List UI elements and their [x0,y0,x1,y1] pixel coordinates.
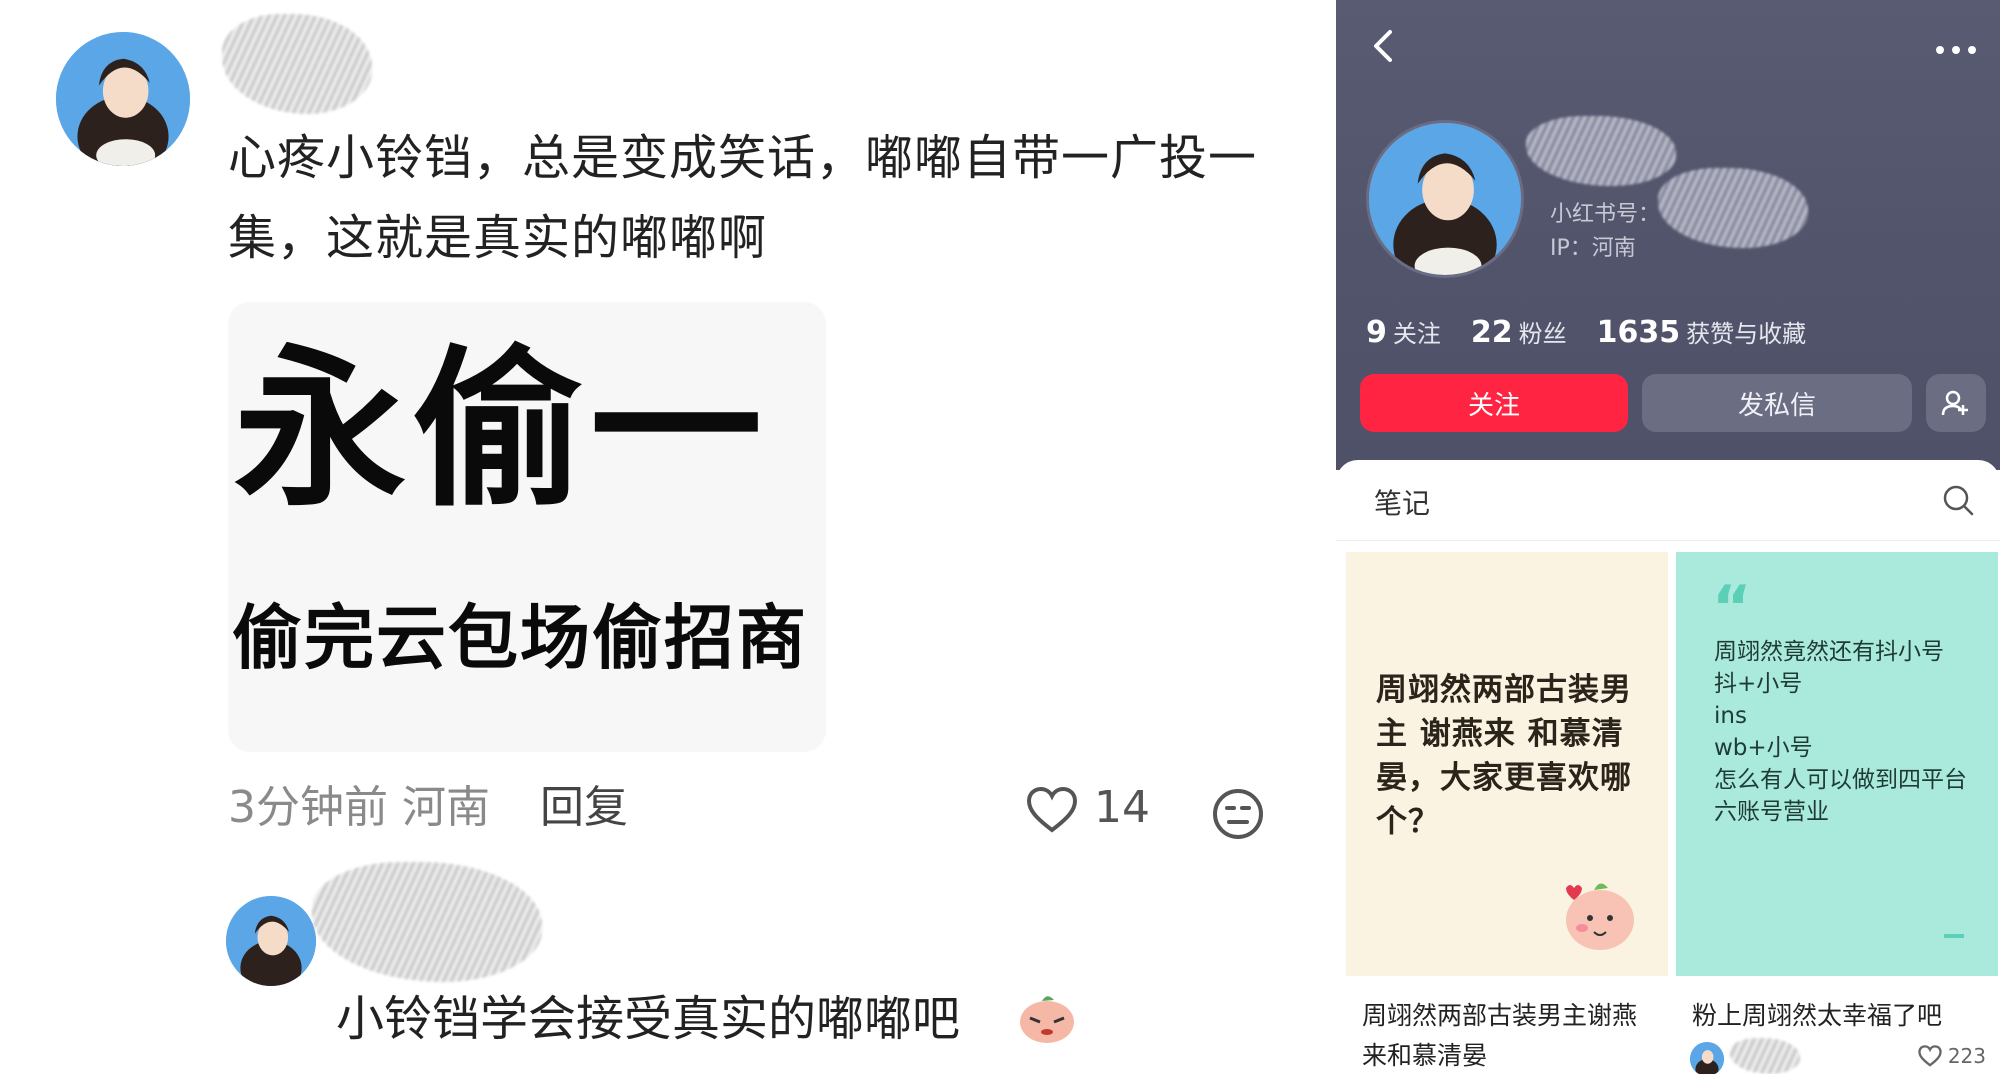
add-friend-button[interactable] [1926,374,1986,432]
replier-avatar[interactable] [226,896,316,986]
more-dots-icon[interactable] [1934,44,1978,56]
search-icon[interactable] [1942,484,1974,516]
profile-avatar[interactable] [1366,120,1524,278]
comment-image-title: 永偷一 [234,329,768,530]
peach-character-icon [1566,883,1634,950]
comment-time-location: 3分钟前 河南 [228,782,490,833]
blurred-reply-username [312,862,542,982]
profile-stats: 9 关注 22 粉丝 1635 获赞与收藏 [1366,314,1806,354]
profile-ip-label: IP：河南 [1550,236,1636,261]
sticker-emoji-icon [1020,996,1074,1043]
profile-id-label: 小红书号： [1550,202,1661,227]
note-card[interactable]: “ 周翊然竟然还有抖小号 抖+小号 ins wb+小号 怎么有人可以做到四平台六… [1676,552,1998,1074]
comment-text: 心疼小铃铛，总是变成笑话，嘟嘟自带一广投一集，这就是真实的嘟嘟啊 [228,130,1258,266]
commenter-avatar[interactable] [56,32,190,166]
note-cover-text: 周翊然两部古装男主 谢燕来 和慕清晏，大家更喜欢哪个？ [1376,672,1632,840]
note-title: 粉上周翊然太幸福了吧 [1692,1001,1943,1030]
add-user-icon [1941,390,1968,416]
stat-following[interactable]: 9 关注 [1366,314,1441,350]
stat-followers[interactable]: 22 粉丝 [1471,314,1567,350]
note-like-count: 223 [1947,1044,1986,1068]
note-title: 周翊然两部古装男主谢燕来和慕清晏 [1362,1001,1638,1070]
tab-notes[interactable]: 笔记 [1374,482,1430,522]
comment-image-subtitle: 偷完云包场偷招商 [232,597,808,679]
heart-icon[interactable] [1026,786,1078,834]
blurred-author-name [1730,1038,1800,1074]
comment-panel: 心疼小铃铛，总是变成笑话，嘟嘟自带一广投一集，这就是真实的嘟嘟啊 永偷一 偷完云… [0,0,1336,1074]
message-button[interactable]: 发私信 [1642,374,1912,432]
reply-button[interactable]: 回复 [540,778,628,838]
divider [1336,540,2000,541]
note-like[interactable]: 223 [1918,1044,1986,1068]
note-author-avatar[interactable] [1690,1042,1724,1074]
profile-panel: 小红书号： IP：河南 9 关注 22 粉丝 1635 获赞与收藏 关注 发私信 笔记… [1336,0,2000,1074]
quote-mark-icon: “ [1712,573,1752,643]
decorative-dash [1944,934,1964,938]
note-cover: 周翊然两部古装男主 谢燕来 和慕清晏，大家更喜欢哪个？ [1346,552,1668,976]
note-card[interactable]: 周翊然两部古装男主 谢燕来 和慕清晏，大家更喜欢哪个？ 周翊然两部古装男主谢燕来… [1346,552,1668,1074]
note-cover-text: 周翊然竟然还有抖小号 抖+小号 ins wb+小号 怎么有人可以做到四平台六账号… [1714,639,1967,825]
back-chevron-icon[interactable] [1366,26,1402,66]
stat-likes-collects[interactable]: 1635 获赞与收藏 [1597,314,1807,350]
like-count: 14 [1094,782,1150,833]
heart-icon [1918,1045,1942,1067]
note-cover: “ 周翊然竟然还有抖小号 抖+小号 ins wb+小号 怎么有人可以做到四平台六… [1676,552,1998,976]
follow-button[interactable]: 关注 [1360,374,1628,432]
emoji-icon[interactable] [1212,788,1264,840]
reply-text: 小铃铛学会接受真实的嘟嘟吧 [336,991,961,1047]
blurred-username [222,14,372,114]
